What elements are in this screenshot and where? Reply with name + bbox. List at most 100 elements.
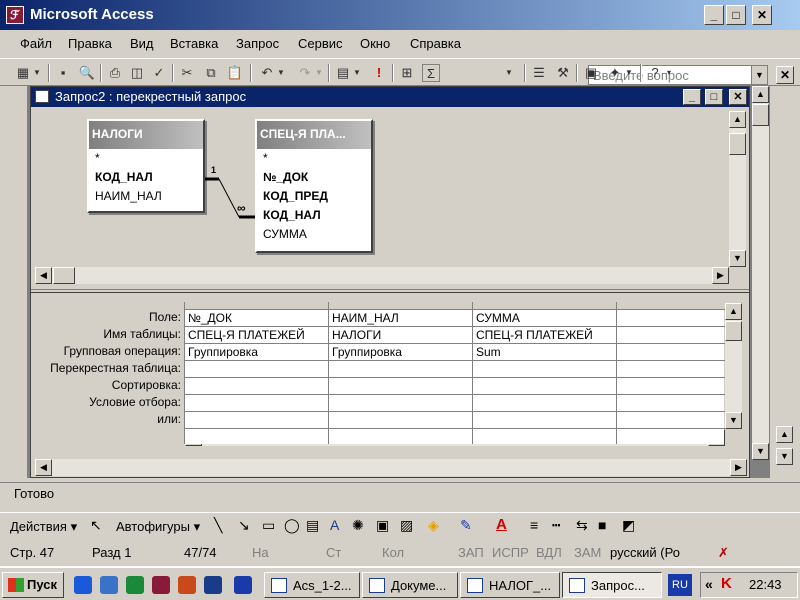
language-indicator[interactable]: RU [668, 574, 692, 596]
grid-cell-total[interactable]: Группировка [329, 344, 472, 361]
grid-cell-field[interactable]: НАИМ_НАЛ [329, 310, 472, 327]
task-button[interactable]: Acs_1-2... [264, 572, 360, 598]
scroll-up-icon[interactable]: ▲ [729, 111, 746, 128]
ie-icon[interactable] [74, 576, 92, 594]
clipart-icon[interactable]: ▣ [376, 517, 389, 534]
grid-cell-field[interactable] [617, 310, 725, 327]
redo-icon[interactable]: ↷ [296, 64, 314, 82]
new-object-icon[interactable]: ✦ [606, 64, 624, 82]
scroll-down-icon[interactable]: ▼ [729, 250, 746, 267]
fill-color-icon[interactable]: ◈ [428, 517, 439, 534]
show-table-icon[interactable]: ⊞ [398, 64, 416, 82]
save-icon[interactable]: ▪ [54, 64, 72, 82]
textbox-icon[interactable]: ▤ [306, 517, 319, 534]
view-grid-icon[interactable]: ▦ [14, 64, 32, 82]
design-pane-vscroll[interactable]: ▲ ▼ [729, 111, 746, 267]
rectangle-icon[interactable]: ▭ [262, 517, 275, 534]
scroll-thumb[interactable] [729, 133, 746, 155]
scroll-thumb[interactable] [752, 104, 769, 126]
cut-icon[interactable]: ✂ [178, 64, 196, 82]
grid-cell-or[interactable] [185, 412, 328, 429]
grid-cell-or[interactable] [617, 412, 725, 429]
grid-cell-field[interactable]: №_ДОК [185, 310, 328, 327]
column-selector[interactable] [185, 302, 328, 310]
menu-query[interactable]: Запрос [236, 36, 279, 51]
menu-edit[interactable]: Правка [68, 36, 112, 51]
scroll-right-icon[interactable]: ▶ [712, 267, 729, 284]
scroll-left-icon[interactable]: ◀ [35, 459, 52, 476]
line-style-icon[interactable]: ≡ [530, 517, 538, 533]
scroll-up-icon[interactable]: ▲ [752, 86, 769, 103]
dash-style-icon[interactable]: ┅ [552, 517, 560, 534]
paste-icon[interactable]: 📋 [226, 64, 244, 82]
scroll-up-icon[interactable]: ▲ [725, 303, 742, 320]
task-button[interactable]: Докуме... [362, 572, 458, 598]
grid-cell-total[interactable]: Sum [473, 344, 616, 361]
grid-cell-sort[interactable] [185, 378, 328, 395]
grid-column[interactable]: СУММА СПЕЦ-Я ПЛАТЕЖЕЙ Sum [473, 302, 617, 444]
grid-cell-sort[interactable] [329, 378, 472, 395]
grid-cell-criteria[interactable] [185, 395, 328, 412]
extend-mode[interactable]: ВДЛ [536, 545, 562, 560]
3d-style-icon[interactable]: ◩ [622, 517, 635, 534]
scroll-down-icon[interactable]: ▼ [776, 448, 793, 465]
menu-file[interactable]: Файл [20, 36, 52, 51]
publisher-icon[interactable] [204, 576, 222, 594]
database-window-icon[interactable]: ▣ [582, 64, 600, 82]
task-button[interactable]: НАЛОГ_... [460, 572, 560, 598]
relationship-line[interactable] [31, 87, 751, 287]
grid-cell-or[interactable] [329, 412, 472, 429]
print-preview-icon[interactable]: ◫ [128, 64, 146, 82]
grid-cell-criteria[interactable] [473, 395, 616, 412]
grid-cell-field[interactable]: СУММА [473, 310, 616, 327]
grid-column[interactable]: НАИМ_НАЛ НАЛОГИ Группировка [329, 302, 473, 444]
column-selector[interactable] [329, 302, 472, 310]
autoshapes-menu[interactable]: Автофигуры ▾ [116, 519, 200, 535]
scroll-thumb[interactable] [53, 267, 75, 284]
powerpoint-icon[interactable] [178, 576, 196, 594]
start-button[interactable]: Пуск [2, 572, 64, 598]
clock[interactable]: 22:43 [749, 577, 782, 592]
diagram-icon[interactable]: ✺ [352, 517, 364, 534]
app-title-bar[interactable]: ℱ Microsoft Access _ □ ✕ [0, 0, 800, 30]
grid-cell-table[interactable]: НАЛОГИ [329, 327, 472, 344]
shadow-icon[interactable]: ■ [598, 517, 606, 533]
copy-icon[interactable]: ⧉ [202, 64, 220, 82]
scroll-left-icon[interactable]: ◀ [35, 267, 52, 284]
undo-icon[interactable]: ↶ [258, 64, 276, 82]
grid-column[interactable] [617, 302, 725, 444]
scroll-thumb[interactable] [725, 321, 742, 341]
tray-expand-icon[interactable]: « [705, 576, 713, 592]
access-app-icon[interactable]: ℱ [6, 6, 24, 24]
pane-splitter[interactable] [31, 289, 749, 293]
grid-column[interactable]: №_ДОК СПЕЦ-Я ПЛАТЕЖЕЙ Группировка [185, 302, 329, 444]
grid-cell-total[interactable] [617, 344, 725, 361]
menu-view[interactable]: Вид [130, 36, 154, 51]
grid-cell-or[interactable] [473, 412, 616, 429]
new-object-dropdown-icon[interactable]: ▼ [624, 64, 634, 82]
grid-cell-crosstab[interactable] [473, 361, 616, 378]
select-cursor-icon[interactable]: ↖ [90, 517, 102, 534]
top-values-dropdown-icon[interactable]: ▼ [502, 64, 516, 82]
grid-cell-total[interactable]: Группировка [185, 344, 328, 361]
properties-icon[interactable]: ☰ [530, 64, 548, 82]
line-color-icon[interactable]: ✎ [460, 517, 472, 534]
build-icon[interactable]: ⚒ [554, 64, 572, 82]
redo-dropdown-icon[interactable]: ▼ [314, 64, 324, 82]
scroll-right-icon[interactable]: ▶ [730, 459, 747, 476]
antivirus-icon[interactable]: K [721, 575, 732, 592]
wordart-icon[interactable]: A [330, 517, 339, 533]
spelling-status-icon[interactable]: ✗ [718, 545, 729, 561]
grid-cell-crosstab[interactable] [329, 361, 472, 378]
spelling-icon[interactable]: ✓ [150, 64, 168, 82]
access-icon[interactable] [152, 576, 170, 594]
maximize-button[interactable]: □ [726, 5, 746, 25]
grid-cell-table[interactable]: СПЕЦ-Я ПЛАТЕЖЕЙ [185, 327, 328, 344]
scroll-down-icon[interactable]: ▼ [725, 412, 742, 429]
grid-cell-crosstab[interactable] [185, 361, 328, 378]
print-icon[interactable]: ⎙ [106, 64, 124, 82]
mdi-vscroll[interactable]: ▲ ▼ [752, 86, 769, 460]
overtype-mode[interactable]: ЗАМ [574, 545, 601, 560]
menu-insert[interactable]: Вставка [170, 36, 218, 51]
window-hscroll[interactable]: ◀ ▶ [35, 459, 747, 476]
